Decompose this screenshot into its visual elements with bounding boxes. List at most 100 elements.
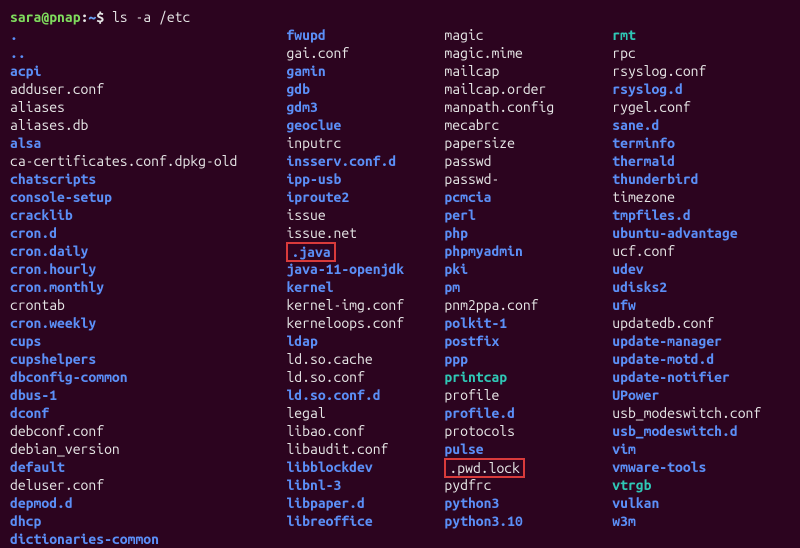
- filename: protocols: [444, 423, 515, 439]
- ls-entry: kernel-img.conf: [286, 296, 444, 314]
- ls-entry: .: [10, 26, 286, 44]
- filename: ld.so.conf: [286, 369, 364, 385]
- filename: update-motd.d: [612, 351, 714, 367]
- ls-entry: mailcap.order: [444, 80, 612, 98]
- ls-entry: alsa: [10, 134, 286, 152]
- ls-entry: update-notifier: [612, 368, 790, 386]
- filename: rpc: [612, 45, 636, 61]
- ls-entry: libao.conf: [286, 422, 444, 440]
- highlight-box: .java: [286, 242, 335, 262]
- ls-entry: ufw: [612, 296, 790, 314]
- filename: mecabrc: [444, 117, 499, 133]
- ls-entry: gdm3: [286, 98, 444, 116]
- ls-entry: pnm2ppa.conf: [444, 296, 612, 314]
- filename: cron.hourly: [10, 261, 96, 277]
- ls-entry: phpmyadmin: [444, 242, 612, 260]
- filename: alsa: [10, 135, 41, 151]
- filename: kernel: [286, 279, 333, 295]
- filename: profile: [444, 387, 499, 403]
- ls-entry: perl: [444, 206, 612, 224]
- filename: inputrc: [286, 135, 341, 151]
- filename: printcap: [444, 369, 507, 385]
- ls-column-4: rmtrpcrsyslog.confrsyslog.drygel.confsan…: [612, 26, 790, 530]
- filename: mailcap.order: [444, 81, 546, 97]
- ls-entry: debian_version: [10, 440, 286, 458]
- ls-entry: update-manager: [612, 332, 790, 350]
- filename: ld.so.conf.d: [286, 387, 380, 403]
- filename: aliases.db: [10, 117, 88, 133]
- ls-entry: libblockdev: [286, 458, 444, 476]
- filename: kerneloops.conf: [286, 315, 404, 331]
- ls-entry: chatscripts: [10, 170, 286, 188]
- ls-entry: libnl-3: [286, 476, 444, 494]
- filename: fwupd: [286, 27, 325, 43]
- ls-entry: cron.weekly: [10, 314, 286, 332]
- filename: vulkan: [612, 495, 659, 511]
- ls-entry: java-11-openjdk: [286, 260, 444, 278]
- filename: rmt: [612, 27, 636, 43]
- ls-entry: manpath.config: [444, 98, 612, 116]
- filename: gai.conf: [286, 45, 349, 61]
- filename: default: [10, 459, 65, 475]
- filename: passwd-: [444, 171, 499, 187]
- filename: pcmcia: [444, 189, 491, 205]
- ls-entry: ca-certificates.conf.dpkg-old: [10, 152, 286, 170]
- filename: pydfrc: [444, 477, 491, 493]
- ls-entry: iproute2: [286, 188, 444, 206]
- ls-entry: rsyslog.conf: [612, 62, 790, 80]
- ls-entry: dhcp: [10, 512, 286, 530]
- ls-entry: updatedb.conf: [612, 314, 790, 332]
- ls-entry: dictionaries-common: [10, 530, 286, 548]
- ls-entry: ld.so.conf: [286, 368, 444, 386]
- ls-entry: ubuntu-advantage: [612, 224, 790, 242]
- ls-entry: inputrc: [286, 134, 444, 152]
- ls-entry: vulkan: [612, 494, 790, 512]
- filename: geoclue: [286, 117, 341, 133]
- ls-entry: ldap: [286, 332, 444, 350]
- filename: terminfo: [612, 135, 675, 151]
- filename: timezone: [612, 189, 675, 205]
- ls-entry: mailcap: [444, 62, 612, 80]
- ls-entry: rpc: [612, 44, 790, 62]
- ls-entry: kernel: [286, 278, 444, 296]
- ls-entry: geoclue: [286, 116, 444, 134]
- ls-entry: deluser.conf: [10, 476, 286, 494]
- filename: libreoffice: [286, 513, 372, 529]
- ls-entry: w3m: [612, 512, 790, 530]
- ls-entry: vtrgb: [612, 476, 790, 494]
- filename: issue: [286, 207, 325, 223]
- ls-entry: thermald: [612, 152, 790, 170]
- filename: deluser.conf: [10, 477, 104, 493]
- filename: pm: [444, 279, 460, 295]
- filename: passwd: [444, 153, 491, 169]
- filename: udev: [612, 261, 643, 277]
- filename: magic: [444, 27, 483, 43]
- filename: magic.mime: [444, 45, 522, 61]
- filename: ca-certificates.conf.dpkg-old: [10, 153, 237, 169]
- filename: python3.10: [444, 513, 522, 529]
- ls-entry: php: [444, 224, 612, 242]
- filename: update-notifier: [612, 369, 730, 385]
- ls-entry: .java: [286, 242, 444, 260]
- ls-entry: legal: [286, 404, 444, 422]
- ls-entry: update-motd.d: [612, 350, 790, 368]
- ls-entry: timezone: [612, 188, 790, 206]
- ls-entry: dbus-1: [10, 386, 286, 404]
- filename: rsyslog.conf: [612, 63, 706, 79]
- ls-entry: gamin: [286, 62, 444, 80]
- filename: acpi: [10, 63, 41, 79]
- ls-entry: vmware-tools: [612, 458, 790, 476]
- filename: aliases: [10, 99, 65, 115]
- filename: vmware-tools: [612, 459, 706, 475]
- filename: polkit-1: [444, 315, 507, 331]
- ls-entry: udisks2: [612, 278, 790, 296]
- filename: issue.net: [286, 225, 357, 241]
- ls-entry: dbconfig-common: [10, 368, 286, 386]
- filename: .pwd.lock: [449, 459, 520, 477]
- terminal-output[interactable]: sara@pnap:~$ ls -a /etc ...acpiadduser.c…: [10, 8, 790, 548]
- filename: updatedb.conf: [612, 315, 714, 331]
- filename: usb_modeswitch.d: [612, 423, 737, 439]
- ls-entry: postfix: [444, 332, 612, 350]
- filename: legal: [286, 405, 325, 421]
- ls-entry: default: [10, 458, 286, 476]
